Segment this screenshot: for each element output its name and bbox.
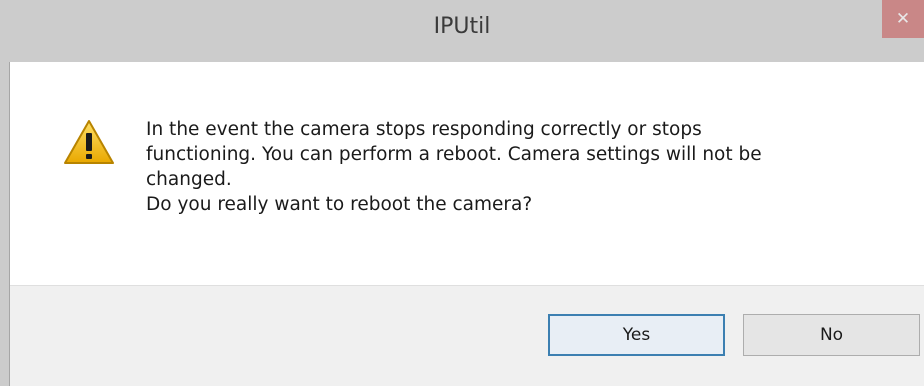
- message-line: functioning. You can perform a reboot. C…: [146, 144, 762, 165]
- message-line: changed.: [146, 169, 232, 190]
- message-area: In the event the camera stops responding…: [10, 62, 924, 285]
- title-bar[interactable]: IPUtil ✕: [0, 0, 924, 62]
- button-bar: Yes No: [10, 285, 924, 386]
- close-button[interactable]: ✕: [882, 0, 924, 38]
- warning-icon: [64, 120, 114, 164]
- message-line: Do you really want to reboot the camera?: [146, 194, 533, 215]
- dialog-message: In the event the camera stops responding…: [146, 117, 906, 217]
- message-line: In the event the camera stops responding…: [146, 119, 702, 140]
- dialog-client-area: In the event the camera stops responding…: [9, 62, 924, 386]
- yes-button[interactable]: Yes: [548, 314, 725, 356]
- no-button[interactable]: No: [743, 314, 920, 356]
- dialog-window: IPUtil ✕ In the event the camera stops r…: [0, 0, 924, 386]
- close-icon: ✕: [895, 9, 911, 29]
- window-title: IPUtil: [433, 14, 491, 39]
